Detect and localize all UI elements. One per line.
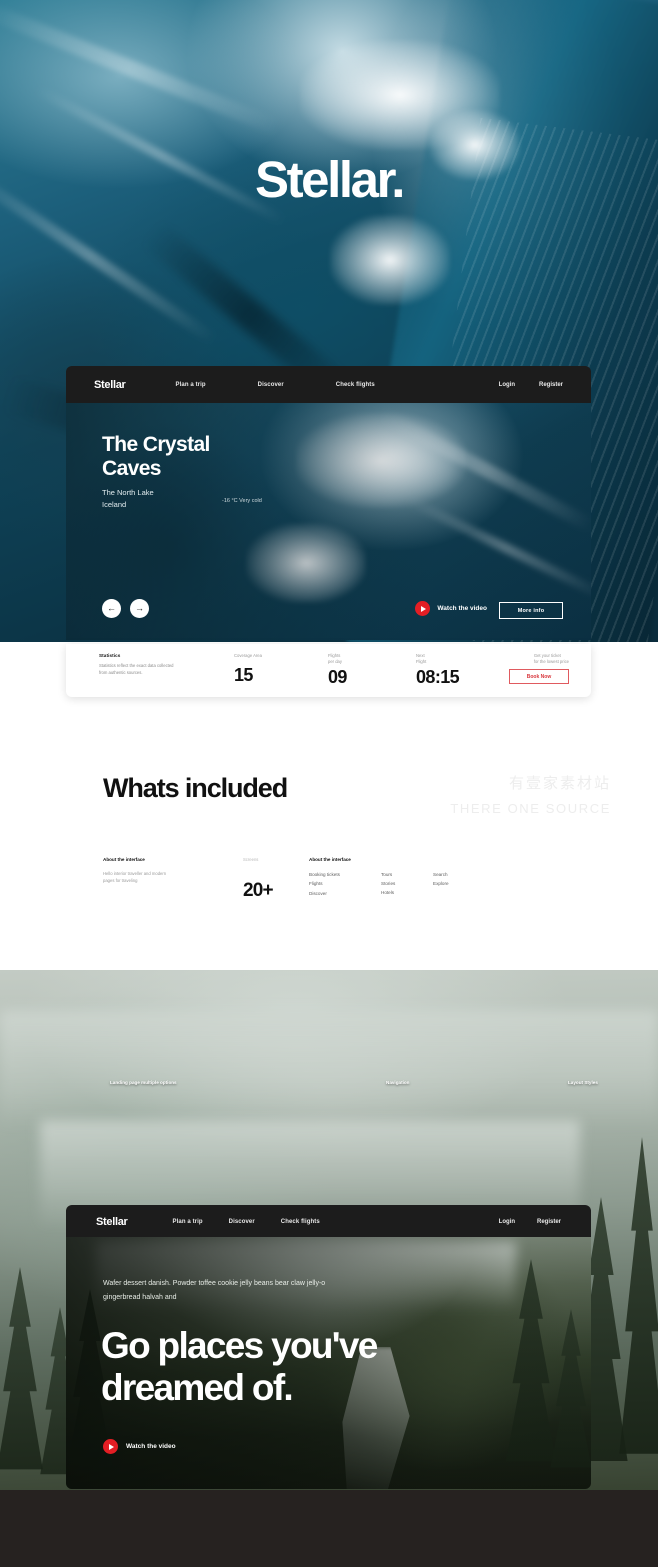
forest-kicker-text: Wafer dessert danish. Powder toffee cook…	[103, 1280, 326, 1302]
annotation-landing-page: Landing page multiple options	[110, 1080, 177, 1085]
nav-link-plan-a-trip[interactable]: Plan a trip	[173, 1219, 203, 1225]
nav-logo[interactable]: Stellar	[94, 379, 126, 391]
watermark-cn: 有壹家素材站	[508, 775, 611, 792]
stat-value: 15	[234, 665, 253, 686]
nav-register-link[interactable]: Register	[539, 382, 563, 388]
nav-auth-group: Login Register	[499, 1219, 561, 1225]
nav-link-check-flights[interactable]: Check flights	[281, 1219, 320, 1225]
arrow-right-icon[interactable]: →	[130, 599, 149, 618]
nav-link-check-flights[interactable]: Check flights	[336, 382, 375, 388]
ice-hero-card: The Crystal Caves The North Lake Iceland…	[66, 403, 591, 640]
nav-links: Plan a trip Discover Check flights	[176, 382, 375, 388]
forest-headline-line-1: Go places you've	[101, 1325, 378, 1366]
secondary-navbar: Stellar Plan a trip Discover Check fligh…	[66, 1205, 591, 1238]
booking-note: Get your ticket for the lowest price	[534, 653, 569, 666]
hero-temperature: -16 °C Very cold	[222, 498, 262, 504]
included-link[interactable]: Hotels	[381, 888, 433, 897]
hero-location: The North Lake Iceland	[102, 487, 154, 512]
watermark-en: THERE ONE SOURCE	[450, 801, 611, 816]
included-about-text: Hello interior traveller and modern page…	[103, 871, 167, 884]
stat-coverage-area: Coverage Area 15	[234, 653, 262, 686]
statistics-bar: Statistics Statistics reflect the exact …	[66, 644, 591, 697]
included-link[interactable]: Search	[433, 870, 485, 879]
watch-video-label: Watch the video	[437, 605, 487, 612]
fog-decoration	[0, 1010, 658, 1130]
play-icon[interactable]	[103, 1439, 118, 1454]
ice-streak-decoration	[0, 0, 282, 136]
nav-link-discover[interactable]: Discover	[229, 1219, 255, 1225]
included-link-list-1: Booking tickets Flights Discover	[309, 870, 381, 898]
included-about-heading: About the interface	[103, 857, 145, 862]
booking-note-line-2: for the lowest price	[533, 659, 569, 665]
included-about-column: About the interface Hello interior trave…	[103, 857, 175, 884]
included-links-heading: About the interface	[309, 857, 351, 862]
nav-links: Plan a trip Discover Check flights	[173, 1219, 320, 1225]
play-icon[interactable]	[415, 601, 431, 616]
nav-login-link[interactable]: Login	[499, 382, 515, 388]
nav-login-link[interactable]: Login	[499, 1219, 515, 1225]
included-screens-column: Screens 20+	[243, 857, 274, 902]
stat-label-secondary: Flight	[416, 659, 427, 665]
nav-link-plan-a-trip[interactable]: Plan a trip	[176, 382, 206, 388]
included-links-column: About the interface Booking tickets Flig…	[309, 857, 485, 898]
brand-wordmark: Stellar.	[254, 151, 405, 208]
primary-navbar: Stellar Plan a trip Discover Check fligh…	[66, 366, 591, 403]
screens-count: 20+	[243, 880, 274, 901]
watch-video-control[interactable]: Watch the video	[415, 601, 487, 616]
nav-link-discover[interactable]: Discover	[258, 382, 284, 388]
statistics-caption: Statistics	[99, 653, 121, 658]
hero-title-line-2: Caves	[102, 456, 161, 480]
included-link[interactable]: Discover	[309, 889, 381, 898]
hero-title: The Crystal Caves	[102, 433, 210, 480]
carousel-controls: ← →	[102, 599, 149, 618]
screens-label: Screens	[243, 857, 259, 862]
page-title: Whats included	[103, 773, 288, 803]
stat-flights-per-day: Flights per day 09	[328, 653, 347, 688]
forest-watch-video-control[interactable]: Watch the video	[103, 1439, 176, 1454]
whats-included-section: Whats included 有壹家素材站 THERE ONE SOURCE A…	[0, 697, 658, 970]
stat-value: 08:15	[416, 666, 460, 687]
arrow-left-icon[interactable]: ←	[102, 599, 121, 618]
statistics-description: Statistics reflect the exact data collec…	[99, 663, 174, 675]
hero-location-line-2: Iceland	[102, 500, 127, 510]
nav-logo[interactable]: Stellar	[96, 1216, 128, 1228]
included-link-list-2: Tours Stories Hotels	[381, 870, 433, 898]
nav-register-link[interactable]: Register	[537, 1219, 561, 1225]
statistics-description-block: Statistics Statistics reflect the exact …	[99, 653, 177, 676]
hero-title-line-1: The Crystal	[102, 433, 210, 456]
stat-next-flight: Next Flight 08:15	[416, 653, 460, 688]
included-link-list-3: Search Explore	[433, 870, 485, 889]
stat-label-secondary: per day	[328, 659, 342, 665]
included-link[interactable]: Explore	[433, 879, 485, 888]
forest-headline: Go places you've dreamed of.	[101, 1325, 378, 1409]
forest-headline-line-2: dreamed of.	[101, 1366, 294, 1408]
snow-highlight-decoration	[330, 215, 450, 305]
included-link[interactable]: Tours	[381, 870, 433, 879]
included-link[interactable]: Booking tickets	[309, 870, 381, 879]
hero-location-line-1: The North Lake	[102, 488, 154, 497]
stat-label: Coverage Area	[234, 653, 262, 658]
more-info-button[interactable]: More info	[499, 602, 563, 619]
included-link[interactable]: Stories	[381, 879, 433, 888]
watch-video-label: Watch the video	[126, 1443, 176, 1450]
book-now-button[interactable]: Book Now	[509, 669, 569, 684]
nav-auth-group: Login Register	[499, 382, 563, 388]
included-link[interactable]: Flights	[309, 879, 381, 888]
annotation-navigation: Navigation	[386, 1080, 410, 1085]
annotation-layout-styles: Layout Styles	[568, 1080, 598, 1085]
footer-strip	[0, 1490, 658, 1567]
forest-hero-card: Wafer dessert danish. Powder toffee cook…	[66, 1237, 591, 1489]
stat-value: 09	[328, 666, 347, 687]
